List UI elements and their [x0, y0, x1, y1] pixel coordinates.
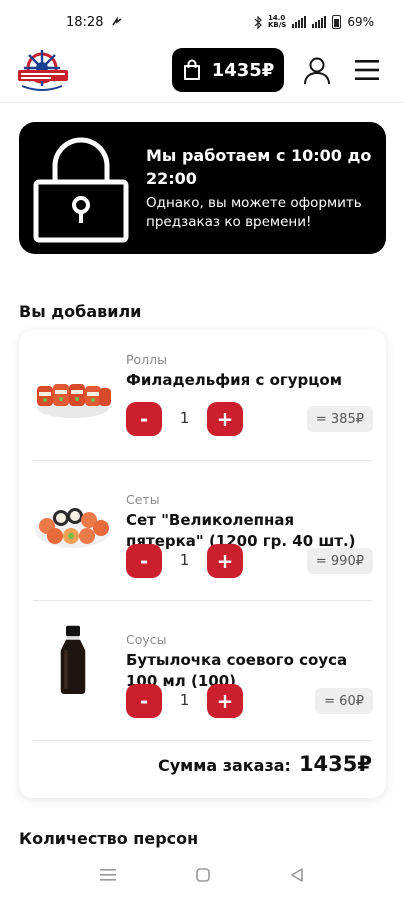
banner-title: Мы работаем с 10:00 до 22:00 — [146, 146, 372, 188]
system-navigation-bar — [0, 850, 404, 900]
bluetooth-icon — [254, 15, 262, 29]
quantity-value: 1 — [179, 691, 190, 709]
decrease-button[interactable]: - — [126, 544, 162, 578]
increase-button[interactable]: + — [207, 544, 243, 578]
cart-item: Соусы Бутылочка соевого соуса 100 мл (10… — [33, 610, 373, 750]
increase-button[interactable]: + — [207, 684, 243, 718]
hamburger-menu-icon[interactable] — [354, 58, 380, 82]
cart-section-title: Вы добавили — [19, 302, 142, 321]
item-price: = 60₽ — [315, 688, 373, 714]
banner-subtitle: Однако, вы можете оформить предзаказ ко … — [146, 195, 362, 230]
soy-sauce-bottle-image — [60, 625, 86, 694]
quantity-stepper: - 1 + = 990₽ — [126, 544, 373, 580]
order-total: Сумма заказа: 1435₽ — [158, 752, 372, 776]
item-name: Филадельфия с огурцом — [126, 371, 342, 389]
cart-button[interactable]: 1435₽ — [172, 48, 284, 92]
padlock-icon — [33, 137, 129, 243]
item-category: Сеты — [126, 492, 160, 507]
home-icon[interactable] — [196, 868, 210, 882]
cart-item: Сеты Сет "Великолепная пятерка" (1200 гр… — [33, 470, 373, 610]
quantity-value: 1 — [179, 551, 190, 569]
quantity-stepper: - 1 + = 385₽ — [126, 402, 373, 438]
item-divider — [33, 600, 373, 601]
quantity-value: 1 — [179, 409, 190, 427]
item-divider — [33, 740, 373, 741]
status-right: 14.0 KB/S 69% — [254, 15, 374, 29]
working-hours-banner: Мы работаем с 10:00 до 22:00 Однако, вы … — [19, 122, 386, 254]
signal-icon — [292, 16, 307, 28]
ship-wheel-logo-icon[interactable] — [16, 48, 72, 94]
item-category: Соусы — [126, 632, 167, 647]
item-price: = 385₽ — [306, 406, 373, 432]
sushi-set-image — [35, 508, 111, 548]
network-speed: 14.0 KB/S — [267, 14, 287, 29]
data-saver-icon — [112, 16, 122, 26]
app-header: 1435₽ — [0, 44, 404, 100]
header-divider — [0, 102, 404, 103]
quantity-stepper: - 1 + = 60₽ — [126, 684, 373, 720]
order-total-value: 1435₽ — [298, 752, 372, 776]
decrease-button[interactable]: - — [126, 402, 162, 436]
status-time: 18:28 — [66, 14, 104, 30]
cart-item: Роллы Филадельфия с огурцом - 1 + = 385₽ — [33, 330, 373, 470]
battery-icon — [332, 15, 342, 29]
shopping-bag-icon — [183, 59, 200, 80]
signal-2-icon — [312, 16, 327, 28]
rolls-image — [37, 384, 111, 418]
user-icon[interactable] — [303, 56, 331, 86]
item-price: = 990₽ — [306, 548, 373, 574]
battery-level: 69% — [347, 15, 374, 29]
decrease-button[interactable]: - — [126, 684, 162, 718]
persons-section-title: Количество персон — [19, 829, 199, 848]
item-divider — [33, 460, 373, 461]
order-total-label: Сумма заказа: — [158, 756, 291, 775]
recent-apps-icon[interactable] — [100, 868, 116, 882]
cart-card: Роллы Филадельфия с огурцом - 1 + = 385₽ — [19, 330, 386, 798]
status-bar: 18:28 14.0 KB/S 69% — [0, 0, 404, 44]
back-icon[interactable] — [290, 868, 304, 882]
increase-button[interactable]: + — [207, 402, 243, 436]
item-category: Роллы — [126, 352, 168, 367]
cart-total: 1435₽ — [211, 59, 275, 81]
status-left: 18:28 — [66, 15, 123, 30]
